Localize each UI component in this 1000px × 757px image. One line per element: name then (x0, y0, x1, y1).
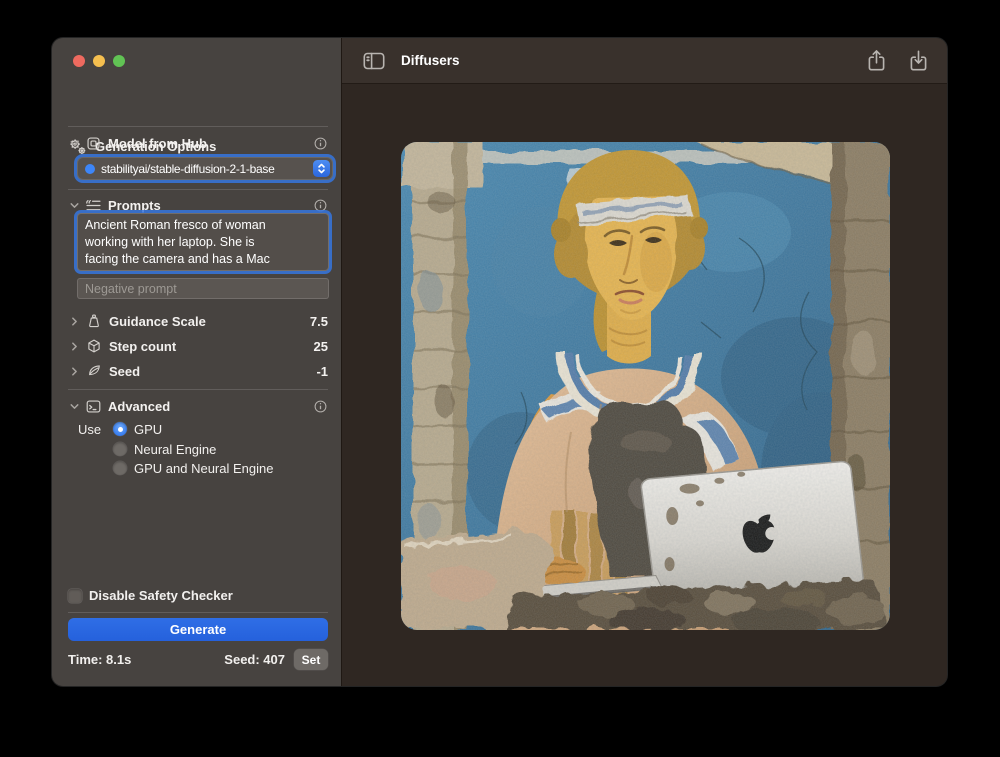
generated-image (401, 142, 890, 630)
disable-safety-checker-label: Disable Safety Checker (89, 588, 233, 603)
titlebar-actions (865, 48, 930, 73)
disable-safety-checker-row: Disable Safety Checker (68, 588, 233, 603)
model-section-header[interactable]: Model from Hub (68, 133, 328, 153)
seed-row[interactable]: Seed -1 (68, 361, 328, 381)
info-icon[interactable] (313, 136, 328, 151)
guidance-scale-value: 7.5 (310, 314, 328, 329)
negative-prompt-placeholder: Negative prompt (85, 282, 177, 296)
info-icon[interactable] (313, 198, 328, 213)
chevron-down-icon[interactable] (68, 400, 82, 413)
prompts-section-header[interactable]: Prompts (68, 195, 328, 215)
radio-neural-engine-label: Neural Engine (134, 442, 216, 457)
divider (68, 126, 328, 127)
radio-gpu-label: GPU (134, 422, 162, 437)
seed-value: -1 (316, 364, 328, 379)
compute-unit-option-gpu-and-neural-engine: GPU and Neural Engine (78, 459, 273, 477)
chevron-right-icon[interactable] (68, 315, 82, 328)
seed-label: Seed (109, 364, 140, 379)
diffusers-window: Generation Options Model from Hub stabil… (52, 38, 947, 686)
divider (68, 612, 328, 613)
prompt-line: facing the camera and has a Mac (85, 251, 321, 268)
chevron-right-icon[interactable] (68, 365, 82, 378)
prompts-section-label: Prompts (108, 198, 161, 213)
step-count-row[interactable]: Step count 25 (68, 336, 328, 356)
prompt-input[interactable]: Ancient Roman fresco of woman working wi… (77, 213, 329, 271)
scale-weight-icon (86, 313, 102, 329)
sidebar-toggle-icon[interactable] (362, 50, 386, 72)
guidance-scale-row[interactable]: Guidance Scale 7.5 (68, 311, 328, 331)
image-canvas (342, 84, 947, 686)
advanced-section-label: Advanced (108, 399, 170, 414)
minimize-button[interactable] (93, 55, 105, 67)
zoom-button[interactable] (113, 55, 125, 67)
share-icon[interactable] (865, 48, 888, 73)
cpu-icon (85, 135, 102, 152)
save-image-icon[interactable] (907, 48, 930, 73)
step-count-label: Step count (109, 339, 176, 354)
model-status-dot (85, 164, 95, 174)
window-controls (73, 55, 125, 67)
disable-safety-checker-checkbox[interactable] (68, 589, 82, 603)
advanced-section-header[interactable]: Advanced (68, 396, 328, 416)
terminal-icon (85, 398, 102, 415)
info-icon[interactable] (313, 399, 328, 414)
use-label: Use (78, 422, 113, 437)
generation-time: Time: 8.1s (68, 652, 131, 667)
leaf-icon (86, 363, 102, 379)
model-section-label: Model from Hub (108, 136, 207, 151)
chevron-down-icon[interactable] (68, 199, 82, 212)
prompt-line: Ancient Roman fresco of woman (85, 217, 321, 234)
stepper-icon[interactable] (313, 160, 330, 177)
model-select[interactable]: stabilityai/stable-diffusion-2-1-base (77, 157, 333, 180)
main-area: Diffusers (341, 38, 947, 686)
text-quote-icon (85, 197, 102, 214)
radio-gpu[interactable] (113, 422, 127, 436)
set-seed-button[interactable]: Set (294, 649, 328, 670)
chevron-right-icon[interactable] (68, 340, 82, 353)
window-title: Diffusers (401, 53, 460, 68)
sidebar: Generation Options Model from Hub stabil… (52, 38, 341, 686)
sidebar-footer: Time: 8.1s Seed: 407 Set (68, 648, 328, 671)
guidance-scale-label: Guidance Scale (109, 314, 206, 329)
negative-prompt-input[interactable]: Negative prompt (77, 278, 329, 299)
radio-gpu-and-neural-engine[interactable] (113, 461, 127, 475)
generate-button[interactable]: Generate (68, 618, 328, 641)
step-count-value: 25 (314, 339, 328, 354)
divider (68, 189, 328, 190)
prompt-line: working with her laptop. She is (85, 234, 321, 251)
cube-icon (86, 338, 102, 354)
compute-unit-option-gpu: Use GPU (78, 420, 162, 438)
radio-neural-engine[interactable] (113, 442, 127, 456)
radio-gpu-and-neural-engine-label: GPU and Neural Engine (134, 461, 273, 476)
compute-unit-option-neural-engine: Neural Engine (78, 440, 216, 458)
divider (68, 389, 328, 390)
chevron-down-icon[interactable] (68, 137, 82, 150)
last-seed: Seed: 407 (224, 652, 285, 667)
model-select-value: stabilityai/stable-diffusion-2-1-base (101, 162, 313, 176)
close-button[interactable] (73, 55, 85, 67)
titlebar: Diffusers (342, 38, 947, 84)
